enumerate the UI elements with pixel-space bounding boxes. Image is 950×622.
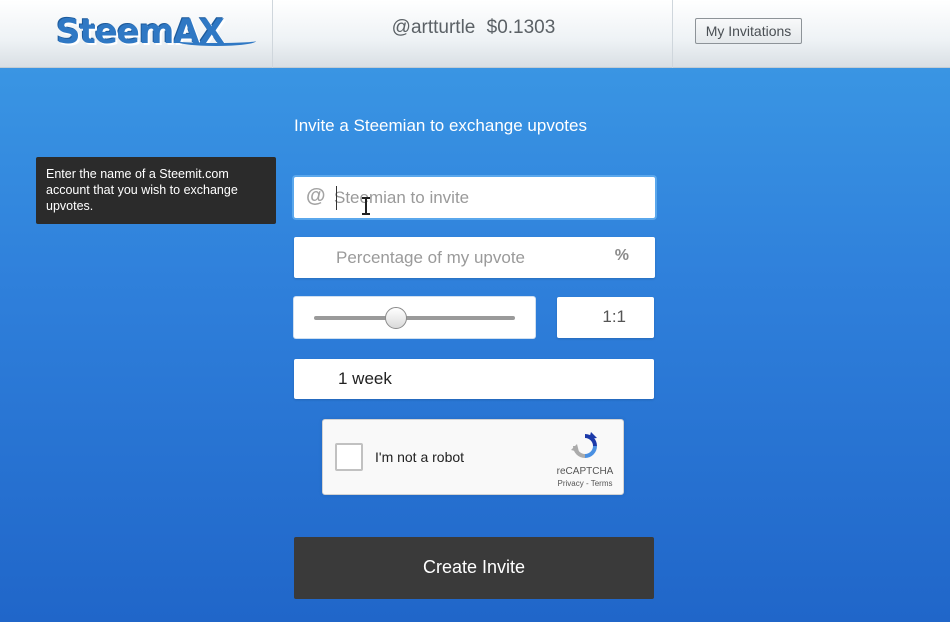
duration-select[interactable]: 1 week [294,359,654,399]
nav-cell: My Invitations [674,0,950,68]
steemian-field[interactable]: @ [294,177,655,218]
top-header: SteemAX @artturtle $0.1303 My Invitation… [0,0,950,68]
user-info: @artturtle $0.1303 [274,17,673,39]
percentage-input[interactable] [336,247,596,269]
create-invite-button[interactable]: Create Invite [294,537,654,599]
ratio-value: 1:1 [602,307,626,326]
recaptcha-logo-icon [571,432,597,458]
ibeam-cursor-icon [362,197,370,215]
ratio-slider[interactable] [294,297,535,338]
duration-value: 1 week [338,369,392,388]
text-caret [336,186,337,210]
percentage-field[interactable]: % [294,237,655,278]
user-cell: @artturtle $0.1303 [274,0,673,68]
at-icon: @ [306,185,326,207]
logo-cell: SteemAX [0,0,273,68]
recaptcha-checkbox[interactable] [335,443,363,471]
recaptcha-brand: reCAPTCHA [556,466,614,477]
percent-icon: % [614,247,629,264]
recaptcha-widget: I'm not a robot reCAPTCHA Privacy - Term… [322,419,624,495]
my-invitations-button[interactable]: My Invitations [695,18,802,44]
balance: $0.1303 [486,17,556,38]
steemian-tooltip: Enter the name of a Steemit.com account … [36,157,276,224]
username: @artturtle [391,17,476,38]
recaptcha-label: I'm not a robot [375,449,465,465]
recaptcha-links[interactable]: Privacy - Terms [549,479,621,488]
form-title: Invite a Steemian to exchange upvotes [294,116,587,135]
slider-thumb[interactable] [385,307,408,329]
ratio-display: 1:1 [557,297,654,338]
logo-swoosh [176,36,256,46]
logo-text: SteemAX [56,12,225,52]
steemax-logo[interactable]: SteemAX [56,12,256,52]
steemian-input[interactable] [334,187,634,209]
slider-track[interactable] [314,316,515,320]
